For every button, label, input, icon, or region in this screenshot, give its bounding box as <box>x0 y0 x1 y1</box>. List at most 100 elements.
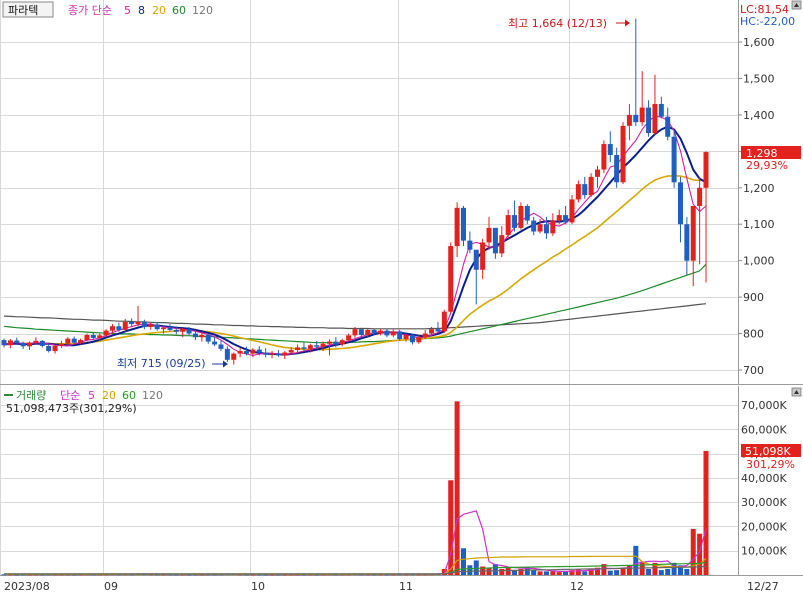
candle-body <box>429 329 435 334</box>
candle-body <box>492 227 498 254</box>
price-tick-label: 800 <box>743 328 764 341</box>
candle-body <box>154 324 160 330</box>
volume-bar <box>665 568 671 575</box>
candle-body <box>467 240 473 250</box>
stock-name[interactable]: 파라텍 <box>8 4 38 17</box>
candle-body <box>58 343 64 346</box>
price-tick-label: 1,200 <box>743 182 775 195</box>
candle-body <box>397 331 403 340</box>
candle-body <box>690 206 696 261</box>
candle-body <box>486 227 492 243</box>
candle-body <box>671 136 677 183</box>
candle-body <box>473 249 479 270</box>
candle-body <box>301 347 307 349</box>
candle-body <box>505 215 511 236</box>
candle-body <box>52 345 58 352</box>
candle-body <box>326 341 332 344</box>
candle-body <box>33 340 39 343</box>
candle-body <box>148 324 154 327</box>
volume-bar <box>537 571 543 575</box>
candle-body <box>358 329 364 336</box>
candle-body <box>339 340 345 345</box>
candle-body <box>697 187 703 206</box>
volume-readout: 51,098,473주(301,29%) <box>6 402 137 415</box>
candle-body <box>569 199 575 223</box>
volume-bar <box>505 567 511 575</box>
candle-body <box>103 330 109 336</box>
candle-body <box>658 103 664 117</box>
price-tick-label: 1,600 <box>743 36 775 49</box>
candle-body <box>422 333 428 338</box>
price-tick-label: 1,100 <box>743 218 775 231</box>
volume-bar <box>492 564 498 575</box>
volume-bar <box>556 572 562 575</box>
candle-body <box>409 335 415 343</box>
price-ma-60: 60 <box>172 4 186 17</box>
volume-bar <box>646 568 652 575</box>
candle-body <box>448 246 454 312</box>
hc-readout: HC:-22,00 <box>740 15 795 28</box>
volume-tick-label: 60,000K <box>741 423 787 436</box>
candle-body <box>556 215 562 221</box>
price-tick-label: 1,500 <box>743 72 775 85</box>
candle-body <box>186 329 192 334</box>
candle-body <box>314 345 320 347</box>
volume-bar <box>454 401 460 575</box>
volume-bar <box>575 568 581 575</box>
candle-body <box>441 311 447 332</box>
candle-body <box>129 321 135 325</box>
volume-ma-20: 20 <box>102 389 116 402</box>
candle-body <box>543 224 549 234</box>
candle-body <box>435 329 441 332</box>
candle-body <box>65 338 71 344</box>
candle-body <box>307 345 313 349</box>
candle-body <box>320 343 326 347</box>
candle-body <box>288 349 294 353</box>
candle-body <box>620 125 626 183</box>
candle-body <box>378 330 384 334</box>
candle-body <box>275 353 281 356</box>
x-tick-label: 10 <box>251 580 265 593</box>
candle-body <box>90 335 96 338</box>
candle-body <box>595 169 601 177</box>
price-ma-8: 8 <box>138 4 145 17</box>
candle-body <box>480 242 486 270</box>
candle-body <box>512 215 518 228</box>
candle-body <box>403 335 409 340</box>
stock-chart-window: 7008009001,0001,1001,2001,3001,4001,5001… <box>0 0 803 597</box>
candle-body <box>390 331 396 336</box>
candle-body <box>665 116 671 137</box>
x-tick-label: 12 <box>570 580 584 593</box>
candle-body <box>192 333 198 338</box>
volume-bar <box>582 571 588 575</box>
candle-body <box>1 340 7 346</box>
candle-body <box>27 342 33 347</box>
candle-body <box>78 340 84 343</box>
candle-body <box>454 207 460 247</box>
candle-body <box>333 341 339 345</box>
volume-bar <box>614 570 620 575</box>
volume-ma-5: 5 <box>88 389 95 402</box>
candle-body <box>499 235 505 254</box>
volume-tick-label: 20,000K <box>741 520 787 533</box>
candle-body <box>575 184 581 200</box>
volume-tick-label: 70,000K <box>741 399 787 412</box>
candle-body <box>614 154 620 183</box>
candle-body <box>250 349 256 354</box>
candle-body <box>14 340 20 344</box>
volume-bar <box>531 570 537 575</box>
candle-body <box>161 327 167 330</box>
volume-badge-pct: 301,29% <box>746 458 795 471</box>
volume-bar <box>543 571 549 575</box>
candle-body <box>684 224 690 261</box>
candle-body <box>550 220 556 234</box>
candle-body <box>84 335 90 341</box>
candle-body <box>122 321 128 330</box>
candle-body <box>537 224 543 232</box>
price-ma-20: 20 <box>152 4 166 17</box>
candle-body <box>205 335 211 342</box>
candle-body <box>7 340 13 346</box>
candle-body <box>135 321 141 325</box>
candle-body <box>237 351 243 354</box>
volume-ma-title: 단순 <box>60 389 80 402</box>
